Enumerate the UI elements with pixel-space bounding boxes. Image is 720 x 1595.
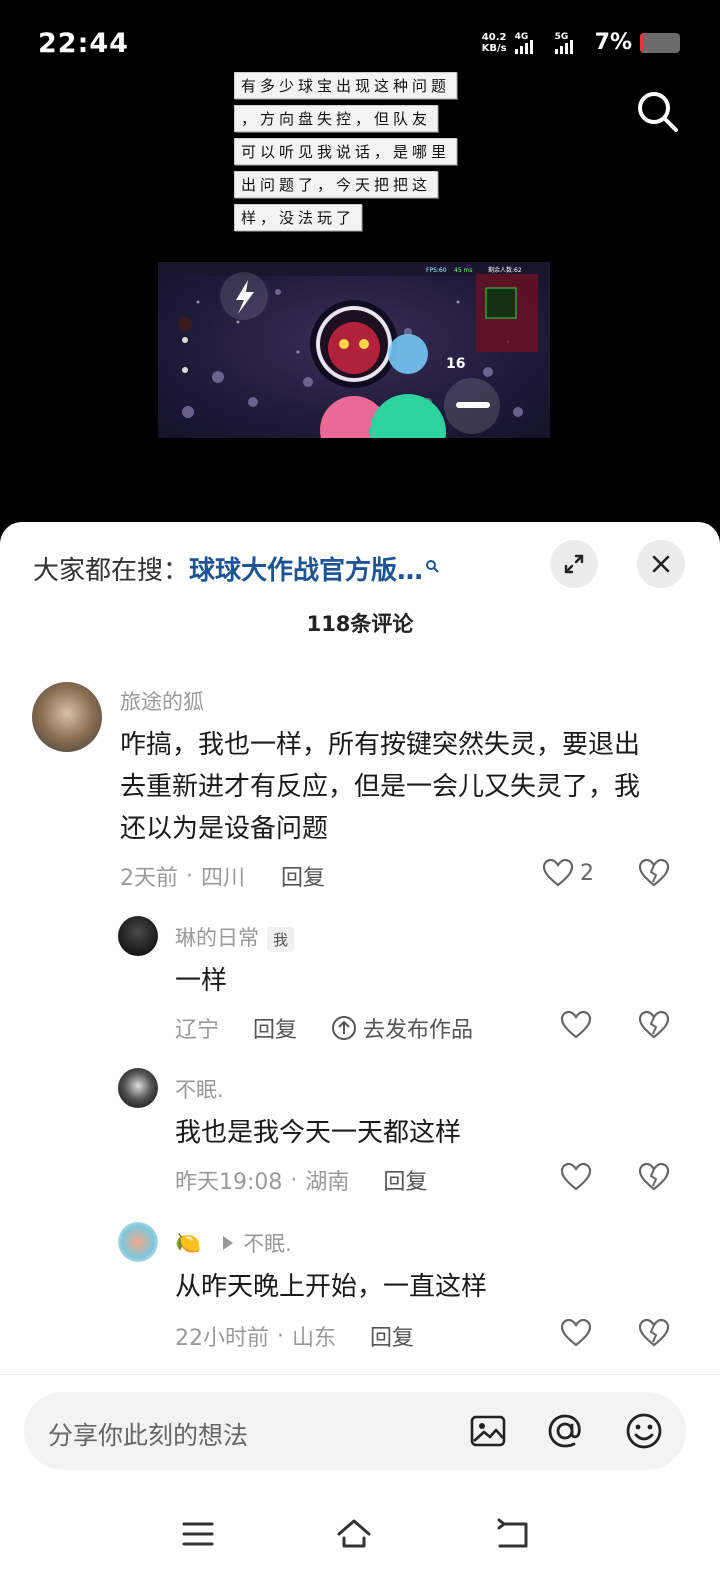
broken-heart-icon bbox=[638, 858, 670, 887]
emoji-icon[interactable] bbox=[624, 1411, 664, 1451]
broken-heart-icon bbox=[638, 1318, 670, 1347]
comment-text[interactable]: 咋搞，我也一样，所有按键突然失灵，要退出去重新进才有反应，但是一会儿又失灵了，我… bbox=[120, 724, 660, 850]
avatar[interactable] bbox=[118, 916, 158, 956]
comment-text[interactable]: 一样 bbox=[175, 960, 655, 1002]
hot-search-prefix: 大家都在搜： bbox=[33, 556, 190, 586]
divider bbox=[0, 1374, 720, 1375]
comment-username-text: 🍋 bbox=[175, 1230, 202, 1255]
game-screenshot[interactable]: FPS:60 45 ms 剩余人数:62 16 bbox=[158, 262, 550, 438]
expand-icon bbox=[564, 554, 584, 574]
expand-button[interactable] bbox=[550, 540, 598, 588]
network-speed-unit: KB/s bbox=[481, 42, 507, 54]
like-button[interactable] bbox=[560, 1010, 592, 1040]
system-nav-bar bbox=[0, 1512, 720, 1572]
heart-icon bbox=[560, 1162, 592, 1191]
heart-icon bbox=[560, 1010, 592, 1039]
comment-meta: 昨天19:08 · 湖南 回复 bbox=[175, 1164, 427, 1196]
dislike-button[interactable] bbox=[638, 858, 670, 892]
home-icon[interactable] bbox=[336, 1516, 372, 1552]
hot-search-link[interactable]: 球球大作战官方版… bbox=[189, 556, 423, 586]
heart-icon bbox=[560, 1318, 592, 1347]
reply-button[interactable]: 回复 bbox=[383, 1164, 427, 1196]
comment-location: 山东 bbox=[292, 1326, 337, 1351]
network-speed: 40.2 KB/s bbox=[482, 32, 507, 54]
avatar[interactable] bbox=[118, 1222, 158, 1262]
comment-username[interactable]: 🍋 不眠. bbox=[175, 1228, 292, 1258]
dislike-button[interactable] bbox=[638, 1162, 670, 1196]
avatar[interactable] bbox=[118, 1068, 158, 1108]
hud-fps: FPS:60 bbox=[426, 267, 447, 274]
signal-icon-sim2: 5G bbox=[554, 31, 587, 54]
like-button[interactable]: 2 bbox=[542, 858, 594, 888]
status-icons: 40.2 KB/s 4G 5G 7% bbox=[482, 30, 680, 55]
search-icon[interactable] bbox=[634, 88, 682, 136]
caption-line: 可以听见我说话，是哪里 bbox=[234, 138, 458, 165]
back-icon[interactable] bbox=[494, 1516, 530, 1552]
hot-search[interactable]: 大家都在搜：球球大作战官方版… bbox=[33, 550, 439, 587]
comment-sheet: 大家都在搜：球球大作战官方版… 118条评论 旅途的狐 咋搞，我也一样，所有按键… bbox=[0, 522, 720, 1595]
video-caption: 有多少球宝出现这种问题 ，方向盘失控，但队友 可以听见我说话，是哪里 出问题了，… bbox=[234, 72, 484, 237]
close-button[interactable] bbox=[637, 540, 685, 588]
hud-center-number: 16 bbox=[446, 356, 465, 372]
comment-count: 118条评论 bbox=[306, 612, 414, 636]
avatar[interactable] bbox=[32, 682, 102, 752]
caption-line: 样，没法玩了 bbox=[234, 204, 363, 231]
comment-location: 四川 bbox=[201, 866, 246, 891]
close-icon bbox=[652, 555, 670, 573]
battery-percent: 7% bbox=[594, 30, 632, 55]
like-button[interactable] bbox=[560, 1162, 592, 1192]
me-tag: 我 bbox=[267, 926, 295, 952]
comment-meta: 辽宁 回复 去发布作品 bbox=[175, 1012, 473, 1044]
comment-text[interactable]: 我也是我今天一天都这样 bbox=[175, 1112, 655, 1154]
search-icon bbox=[425, 550, 439, 573]
comment-input[interactable]: 分享你此刻的想法 bbox=[24, 1392, 686, 1470]
caption-line: 有多少球宝出现这种问题 bbox=[234, 72, 458, 99]
network-speed-value: 40.2 bbox=[481, 31, 507, 43]
meta-separator: · bbox=[277, 1323, 284, 1349]
caption-line: 出问题了，今天把把这 bbox=[234, 171, 439, 198]
publish-work-button[interactable]: 去发布作品 bbox=[331, 1012, 473, 1044]
comment-time: 昨天19:08 bbox=[175, 1170, 283, 1195]
meta-separator: · bbox=[290, 1167, 298, 1193]
like-count: 2 bbox=[580, 860, 594, 886]
reply-button[interactable]: 回复 bbox=[253, 1012, 297, 1044]
comment-username[interactable]: 不眠. bbox=[175, 1074, 224, 1104]
comment-text[interactable]: 从昨天晚上开始，一直这样 bbox=[175, 1266, 655, 1308]
dislike-button[interactable] bbox=[638, 1318, 670, 1352]
hud-ping: 45 ms bbox=[454, 267, 473, 274]
reply-button[interactable]: 回复 bbox=[370, 1320, 414, 1352]
caption-line: ，方向盘失控，但队友 bbox=[234, 105, 439, 132]
image-icon[interactable] bbox=[468, 1411, 508, 1451]
status-time: 22:44 bbox=[38, 28, 129, 59]
comment-meta: 22小时前 · 山东 回复 bbox=[175, 1320, 414, 1352]
heart-icon bbox=[542, 858, 574, 887]
meta-separator: · bbox=[186, 863, 193, 889]
comment-location: 辽宁 bbox=[175, 1018, 220, 1043]
sim2-label: 5G bbox=[554, 31, 569, 42]
broken-heart-icon bbox=[638, 1010, 670, 1039]
mention-icon[interactable] bbox=[545, 1411, 585, 1451]
like-button[interactable] bbox=[560, 1318, 592, 1348]
comment-time: 2天前 bbox=[120, 866, 178, 891]
signal-icon-sim1: 4G bbox=[514, 31, 547, 54]
comment-username[interactable]: 琳的日常我 bbox=[175, 922, 295, 952]
publish-work-label: 去发布作品 bbox=[363, 1018, 474, 1043]
sim1-label: 4G bbox=[514, 31, 529, 42]
upload-icon bbox=[332, 1016, 357, 1040]
comment-location: 湖南 bbox=[305, 1170, 350, 1195]
comment-username[interactable]: 旅途的狐 bbox=[120, 686, 204, 716]
comment-meta: 2天前 · 四川 回复 bbox=[120, 860, 325, 892]
hud-remaining: 剩余人数:62 bbox=[488, 266, 522, 274]
reply-button[interactable]: 回复 bbox=[281, 860, 325, 892]
comment-username-text: 琳的日常 bbox=[175, 926, 259, 950]
battery-icon bbox=[640, 32, 680, 53]
menu-icon[interactable] bbox=[180, 1516, 216, 1552]
comment-input-placeholder: 分享你此刻的想法 bbox=[48, 1421, 249, 1450]
broken-heart-icon bbox=[638, 1162, 670, 1191]
comment-time: 22小时前 bbox=[175, 1326, 269, 1351]
reply-arrow-icon bbox=[223, 1236, 234, 1250]
reply-to-username[interactable]: 不眠. bbox=[243, 1228, 292, 1258]
dislike-button[interactable] bbox=[638, 1010, 670, 1044]
